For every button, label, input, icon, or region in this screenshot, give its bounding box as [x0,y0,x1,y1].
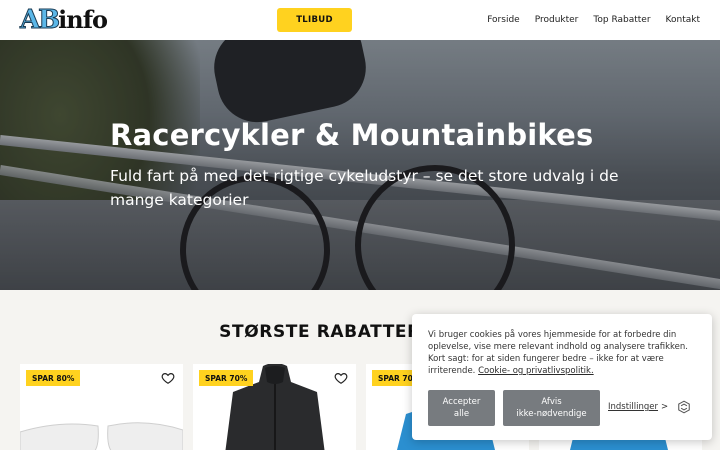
site-logo[interactable]: AB info [19,5,108,35]
cookieyes-logo-icon[interactable] [677,400,691,414]
accept-all-button[interactable]: Accepter alle [428,390,495,426]
hero-title: Racercykler & Mountainbikes [110,118,594,152]
nav-produkter[interactable]: Produkter [535,15,579,25]
cookie-consent-banner: Vi bruger cookies på vores hjemmeside fo… [412,314,712,440]
logo-ab: AB [19,5,60,35]
nav-forside[interactable]: Forside [487,15,520,25]
hero-subtitle: Fuld fart på med det rigtige cykeludstyr… [110,167,619,209]
settings-label: Indstillinger [608,402,659,412]
product-image-glasses [20,422,183,450]
cookie-text: Vi bruger cookies på vores hjemmeside fo… [428,329,700,377]
hero-banner: Racercykler & Mountainbikes Fuld fart på… [0,40,720,290]
nav-top-rabatter[interactable]: Top Rabatter [593,15,650,25]
accept-label-line1: Accepter [442,397,481,407]
reject-nonessential-button[interactable]: Afvis ikke-nødvendige [503,390,600,426]
logo-info: info [58,5,108,34]
chevron-right-icon: > [661,402,669,412]
product-card[interactable]: SPAR 80% [20,364,183,450]
discount-badge: SPAR 70% [199,370,254,386]
nav-kontakt[interactable]: Kontakt [666,15,700,25]
heart-icon[interactable] [334,371,348,385]
main-nav: Forside Produkter Top Rabatter Kontakt [487,0,700,40]
accept-label-line2: alle [453,409,470,419]
discount-badge: SPAR 80% [26,370,81,386]
product-card[interactable]: SPAR 70% [193,364,356,450]
reject-label-line1: Afvis [541,397,562,407]
heart-icon[interactable] [161,371,175,385]
reject-label-line2: ikke-nødvendige [516,409,587,419]
site-header: AB info TLIBUD Forside Produkter Top Rab… [0,0,720,40]
privacy-policy-link[interactable]: Cookie- og privatlivspolitik. [478,366,594,376]
settings-link[interactable]: Indstillinger > [608,402,668,412]
tilbud-button[interactable]: TLIBUD [277,8,352,32]
